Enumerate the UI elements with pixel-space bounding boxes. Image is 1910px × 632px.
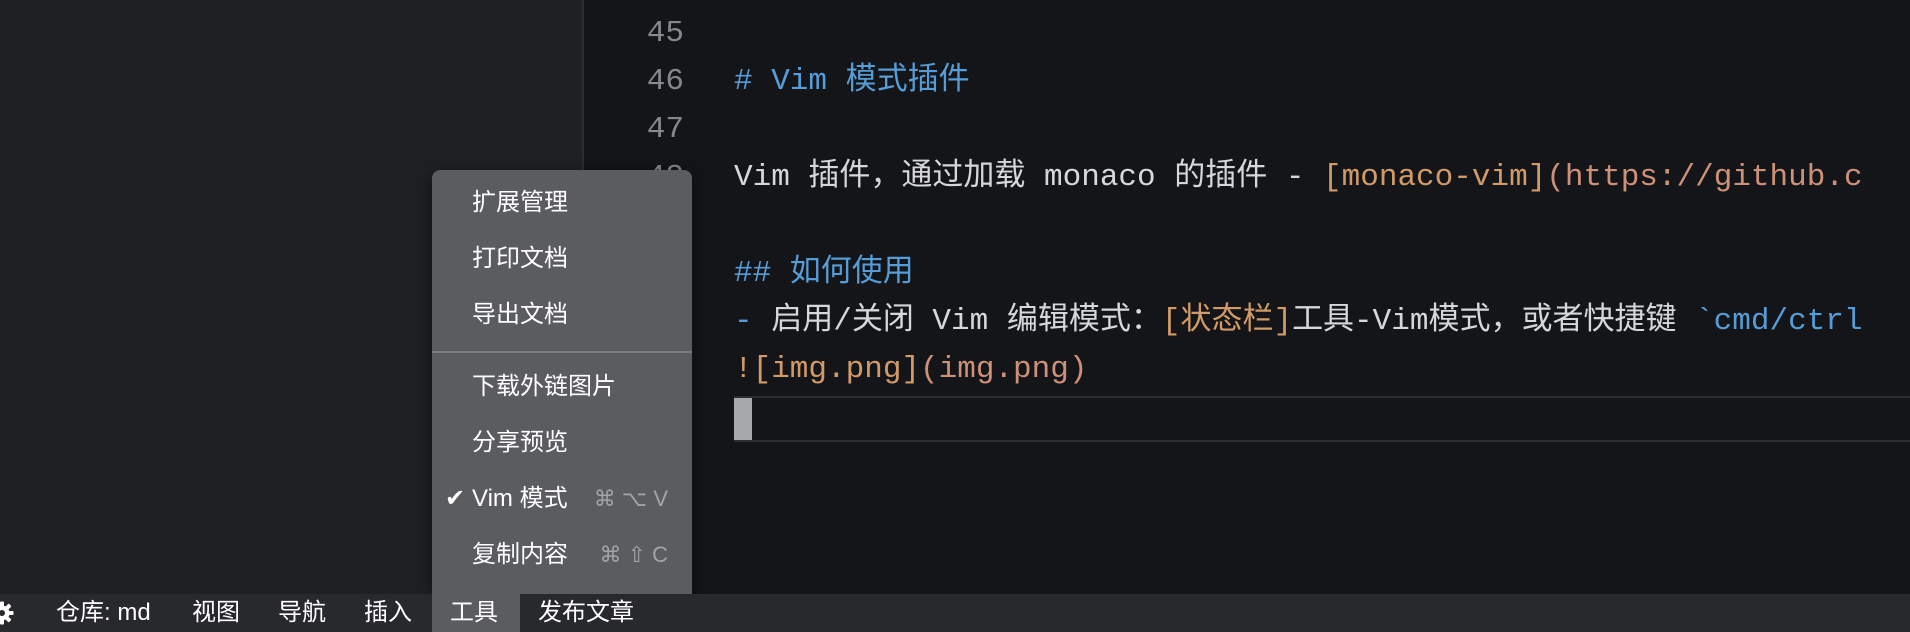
status-view[interactable]: 视图 <box>192 594 240 632</box>
gear-icon[interactable] <box>0 601 14 625</box>
image-alt: ![img.png] <box>734 352 921 387</box>
menu-item-download-images[interactable]: 下载外链图片 <box>432 362 692 412</box>
menu-item-shortcut: ⌘ ⌥ V <box>593 486 668 511</box>
menu-item-label: 扩展管理 <box>472 189 568 216</box>
status-repo[interactable]: 仓库: md <box>56 594 151 632</box>
tools-menu: 扩展管理 打印文档 导出文档 下载外链图片 分享预览 ✔ Vim 模式 ⌘ ⌥ V … <box>432 170 692 594</box>
menu-item-label: 复制内容 <box>472 541 568 568</box>
menu-item-copy-content[interactable]: 复制内容 ⌘ ⇧ C <box>432 530 692 580</box>
menu-item-shortcut: ⌘ ⇧ C <box>599 542 668 567</box>
menu-item-share-preview[interactable]: 分享预览 <box>432 418 692 468</box>
inline-code: `cmd/ctrl <box>1695 304 1863 339</box>
status-tools[interactable]: 工具 <box>450 594 498 632</box>
code-text: Vim 插件，通过加载 monaco 的插件 - <box>734 160 1324 195</box>
code-line-heading[interactable]: # Vim 模式插件 <box>734 58 970 106</box>
code-line-intro[interactable]: Vim 插件，通过加载 monaco 的插件 - [monaco-vim](ht… <box>734 154 1863 202</box>
line-number: 47 <box>646 112 684 147</box>
code-text: 工具-Vim模式，或者快捷键 <box>1292 304 1696 339</box>
status-navigate[interactable]: 导航 <box>278 594 326 632</box>
line-number: 46 <box>646 64 684 99</box>
menu-item-vim-mode[interactable]: ✔ Vim 模式 ⌘ ⌥ V <box>432 474 692 524</box>
text-cursor <box>734 398 752 440</box>
bullet-marker: - <box>734 304 772 339</box>
menu-item-export[interactable]: 导出文档 <box>432 290 692 340</box>
image-src: (img.png) <box>920 352 1088 387</box>
link-url: (https://github.c <box>1546 160 1863 195</box>
code-line-bullet[interactable]: - 启用/关闭 Vim 编辑模式：[状态栏]工具-Vim模式，或者快捷键 `cm… <box>734 298 1863 346</box>
menu-item-label: 分享预览 <box>472 429 568 456</box>
code-editor[interactable]: 45 46 47 48 # Vim 模式插件 Vim 插件，通过加载 monac… <box>584 0 1910 594</box>
current-line-highlight <box>734 396 1910 442</box>
menu-item-label: Vim 模式 <box>472 485 568 512</box>
status-insert[interactable]: 插入 <box>364 594 412 632</box>
link-text: [monaco-vim] <box>1323 160 1547 195</box>
code-line-subheading[interactable]: ## 如何使用 <box>734 250 914 298</box>
menu-item-label: 打印文档 <box>472 245 568 272</box>
code-text: 启用/关闭 Vim 编辑模式： <box>771 304 1162 339</box>
link-text: [状态栏] <box>1161 304 1293 339</box>
menu-item-label: 导出文档 <box>472 301 568 328</box>
menu-item-extensions[interactable]: 扩展管理 <box>432 178 692 228</box>
menu-item-print[interactable]: 打印文档 <box>432 234 692 284</box>
line-number: 45 <box>646 16 684 51</box>
status-publish[interactable]: 发布文章 <box>538 594 634 632</box>
menu-item-label: 下载外链图片 <box>472 373 616 400</box>
menu-separator <box>432 351 692 353</box>
code-line-image[interactable]: ![img.png](img.png) <box>734 346 1087 394</box>
check-icon: ✔ <box>445 485 466 512</box>
status-bar: 仓库: md 视图 导航 插入 工具 发布文章 <box>0 594 1910 632</box>
